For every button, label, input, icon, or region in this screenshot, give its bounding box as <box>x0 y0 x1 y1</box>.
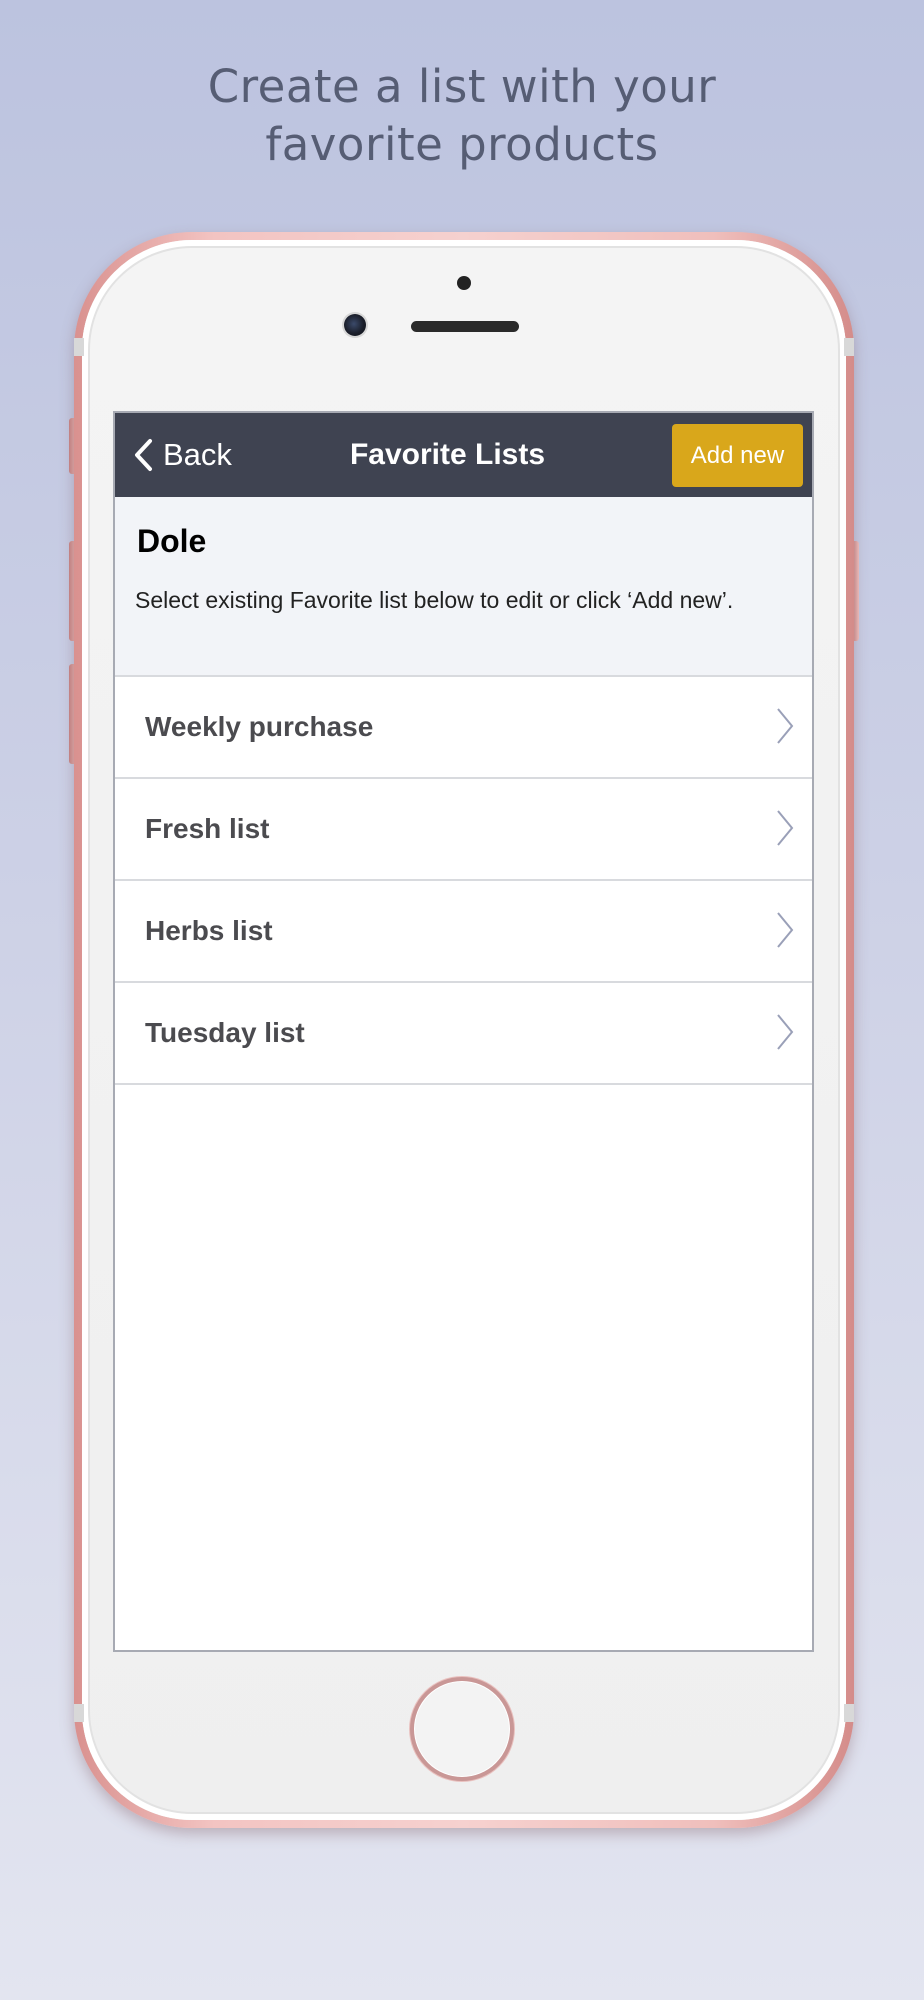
list-item-weekly-purchase[interactable]: Weekly purchase <box>115 677 812 779</box>
antenna-band-right-top <box>844 338 854 356</box>
chevron-right-icon <box>776 1013 794 1056</box>
list-item-label: Tuesday list <box>145 1017 305 1048</box>
home-button[interactable] <box>410 1677 514 1781</box>
front-camera <box>344 314 366 336</box>
add-new-button[interactable]: Add new <box>672 424 803 487</box>
marketing-headline: Create a list with your favorite product… <box>0 58 924 174</box>
headline-line-2: favorite products <box>265 118 659 171</box>
list-item-label: Weekly purchase <box>145 711 374 742</box>
favorite-lists: Weekly purchase Fresh list Herbs list Tu… <box>115 677 812 1085</box>
proximity-sensor <box>457 276 471 290</box>
earpiece-speaker <box>411 321 519 332</box>
antenna-band-left-bottom <box>74 1704 84 1722</box>
antenna-band-left-top <box>74 338 84 356</box>
list-item-tuesday-list[interactable]: Tuesday list <box>115 983 812 1085</box>
chevron-right-icon <box>776 707 794 750</box>
headline-line-1: Create a list with your <box>207 60 717 113</box>
phone-screen: Back Favorite Lists Add new Dole Select … <box>115 413 812 1650</box>
store-name: Dole <box>137 523 207 559</box>
navigation-bar: Back Favorite Lists Add new <box>115 413 812 497</box>
instructions-text: Select existing Favorite list below to e… <box>135 587 734 613</box>
list-item-label: Herbs list <box>145 915 273 946</box>
store-info-panel: Dole Select existing Favorite list below… <box>115 497 812 677</box>
chevron-right-icon <box>776 809 794 852</box>
list-item-label: Fresh list <box>145 813 270 844</box>
antenna-band-right-bottom <box>844 1704 854 1722</box>
chevron-right-icon <box>776 911 794 954</box>
list-item-herbs-list[interactable]: Herbs list <box>115 881 812 983</box>
list-item-fresh-list[interactable]: Fresh list <box>115 779 812 881</box>
